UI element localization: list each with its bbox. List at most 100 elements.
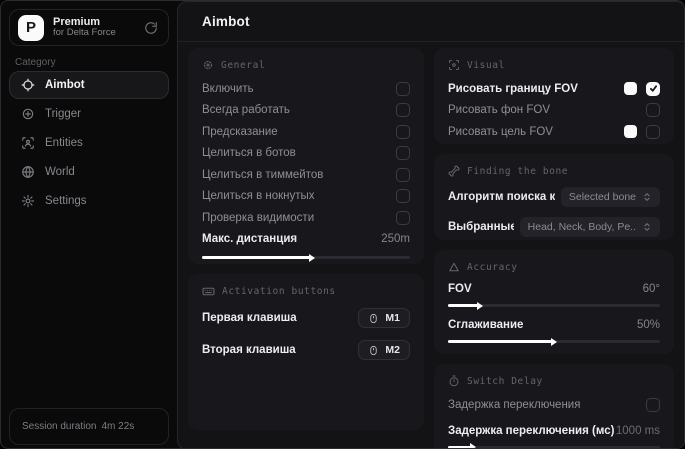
enable-checkbox[interactable] (396, 81, 410, 96)
switch-delay-checkbox[interactable] (646, 397, 660, 412)
accuracy-panel-header: Accuracy (448, 261, 660, 273)
toggle-row-target-bots: Целиться в ботов (202, 143, 410, 165)
accuracy-panel-title: Accuracy (467, 261, 518, 273)
toggle-label: Целиться в тиммейтов (202, 168, 324, 181)
second-key-label: Вторая клавиша (202, 344, 296, 356)
check-icon (649, 85, 657, 92)
selected-bones-row: Выбранные кос Head, Neck, Body, Pe.. (448, 214, 660, 240)
trigger-icon (21, 107, 35, 121)
max-distance-slider[interactable] (202, 256, 410, 259)
toggle-label: Целиться в ботов (202, 147, 296, 160)
selected-bones-select[interactable]: Head, Neck, Body, Pe.. (519, 217, 660, 237)
sidebar: P Premium for Delta Force Category Aimbo… (1, 1, 177, 448)
slider-fill[interactable] (202, 256, 311, 259)
target-teammates-checkbox[interactable] (396, 167, 410, 182)
fov-target-label: Рисовать цель FOV (448, 125, 553, 138)
crosshair-icon (204, 61, 212, 69)
fov-border-checkbox[interactable] (646, 81, 660, 96)
bone-algorithm-row: Алгоритм поиска кост Selected bone (448, 184, 660, 210)
second-key-button[interactable]: M2 (358, 340, 410, 360)
slider-fill[interactable] (448, 445, 472, 448)
sidebar-item-aimbot[interactable]: Aimbot (9, 71, 169, 99)
sidebar-menu: Aimbot Trigger Entities World Settings (9, 71, 169, 215)
switch-delay-slider[interactable] (448, 445, 660, 448)
switch-delay-toggle-row: Задержка переключения (448, 394, 660, 416)
switch-delay-panel-title: Switch Delay (467, 375, 543, 387)
sidebar-item-label: Settings (45, 195, 87, 207)
fov-slider[interactable] (448, 304, 660, 307)
general-panel-title: General (221, 59, 266, 71)
second-key-row: Вторая клавиша M2 (202, 337, 410, 363)
fov-border-label: Рисовать границу FOV (448, 82, 578, 95)
slider-fill[interactable] (448, 340, 552, 343)
max-distance-label: Макс. дистанция (202, 233, 298, 246)
fov-background-label: Рисовать фон FOV (448, 104, 550, 117)
fov-background-row: Рисовать фон FOV (448, 100, 660, 122)
smoothing-row: Сглаживание 50% (448, 316, 660, 334)
bone-icon (448, 165, 460, 177)
smoothing-slider[interactable] (448, 340, 660, 343)
sidebar-item-world[interactable]: World (9, 158, 169, 186)
fov-target-checkbox[interactable] (646, 124, 660, 139)
timer-icon (449, 375, 459, 387)
toggle-label: Проверка видимости (202, 211, 315, 224)
mouse-icon (370, 345, 378, 355)
main-panel: Aimbot General Включить Всегда работать … (177, 1, 684, 448)
session-duration-label: Session duration (22, 421, 97, 432)
premium-logo: P (18, 14, 44, 41)
sidebar-item-label: Aimbot (45, 79, 85, 91)
premium-subtitle: for Delta Force (53, 27, 116, 39)
first-key-button[interactable]: M1 (358, 308, 410, 328)
sidebar-item-trigger[interactable]: Trigger (9, 100, 169, 128)
switch-delay-ms-label: Задержка переключения (мс) (448, 424, 615, 437)
premium-meta: Premium for Delta Force (53, 16, 144, 40)
general-panel-header: General (202, 59, 410, 71)
toggle-label: Всегда работать (202, 104, 290, 117)
slider-fill[interactable] (448, 304, 478, 307)
switch-delay-panel-header: Switch Delay (448, 375, 660, 387)
sidebar-item-settings[interactable]: Settings (9, 187, 169, 215)
visibility-check-checkbox[interactable] (396, 210, 410, 225)
fov-background-checkbox[interactable] (646, 103, 660, 118)
target-bots-checkbox[interactable] (396, 146, 410, 161)
second-key-value: M2 (385, 344, 400, 356)
scan-eye-icon (449, 60, 459, 70)
general-panel: General Включить Всегда работать Предска… (188, 48, 424, 264)
fov-target-color-swatch[interactable] (624, 125, 637, 139)
fov-background-controls (646, 103, 660, 118)
toggle-row-always-work: Всегда работать (202, 100, 410, 122)
smoothing-label: Сглаживание (448, 319, 524, 331)
session-duration-text: Session duration 4m 22s (22, 421, 134, 432)
visual-panel: Visual Рисовать границу FOV Рисовать фон… (434, 48, 674, 144)
aimbot-crosshair-icon (21, 78, 35, 92)
fov-target-row: Рисовать цель FOV (448, 121, 660, 143)
refresh-icon[interactable] (144, 21, 158, 35)
fov-border-controls (624, 81, 660, 96)
activation-panel-title: Activation buttons (222, 286, 336, 297)
accuracy-panel: Accuracy FOV 60° Сглаживание 50% (434, 250, 674, 354)
switch-delay-toggle-label: Задержка переключения (448, 398, 581, 411)
app-window: P Premium for Delta Force Category Aimbo… (0, 0, 685, 449)
world-globe-icon (21, 165, 35, 179)
prediction-checkbox[interactable] (396, 124, 410, 139)
bone-algorithm-label: Алгоритм поиска кост (448, 191, 555, 203)
fov-border-color-swatch[interactable] (624, 82, 637, 96)
bone-algorithm-select[interactable]: Selected bone (560, 187, 660, 207)
toggle-row-target-teammates: Целиться в тиммейтов (202, 164, 410, 186)
first-key-label: Первая клавиша (202, 312, 297, 324)
target-knocked-checkbox[interactable] (396, 189, 410, 204)
switch-delay-ms-value: 1000 ms (615, 424, 660, 437)
sidebar-item-entities[interactable]: Entities (9, 129, 169, 157)
finding-bone-panel: Finding the bone Алгоритм поиска кост Se… (434, 154, 674, 240)
bone-algorithm-value: Selected bone (568, 191, 636, 203)
always-work-checkbox[interactable] (396, 103, 410, 118)
toggle-row-target-knocked: Целиться в нокнутых (202, 186, 410, 208)
triangle-icon (449, 262, 459, 272)
smoothing-slider-block: Сглаживание 50% (448, 316, 660, 343)
chevrons-up-down-icon (644, 193, 650, 201)
activation-buttons-panel: Activation buttons Первая клавиша M1 Вто… (188, 274, 424, 430)
toggle-row-visibility-check: Проверка видимости (202, 207, 410, 229)
selected-bones-value: Head, Neck, Body, Pe.. (527, 221, 636, 233)
switch-delay-ms-row: Задержка переключения (мс) 1000 ms (448, 422, 660, 440)
fov-value: 60° (642, 283, 660, 295)
